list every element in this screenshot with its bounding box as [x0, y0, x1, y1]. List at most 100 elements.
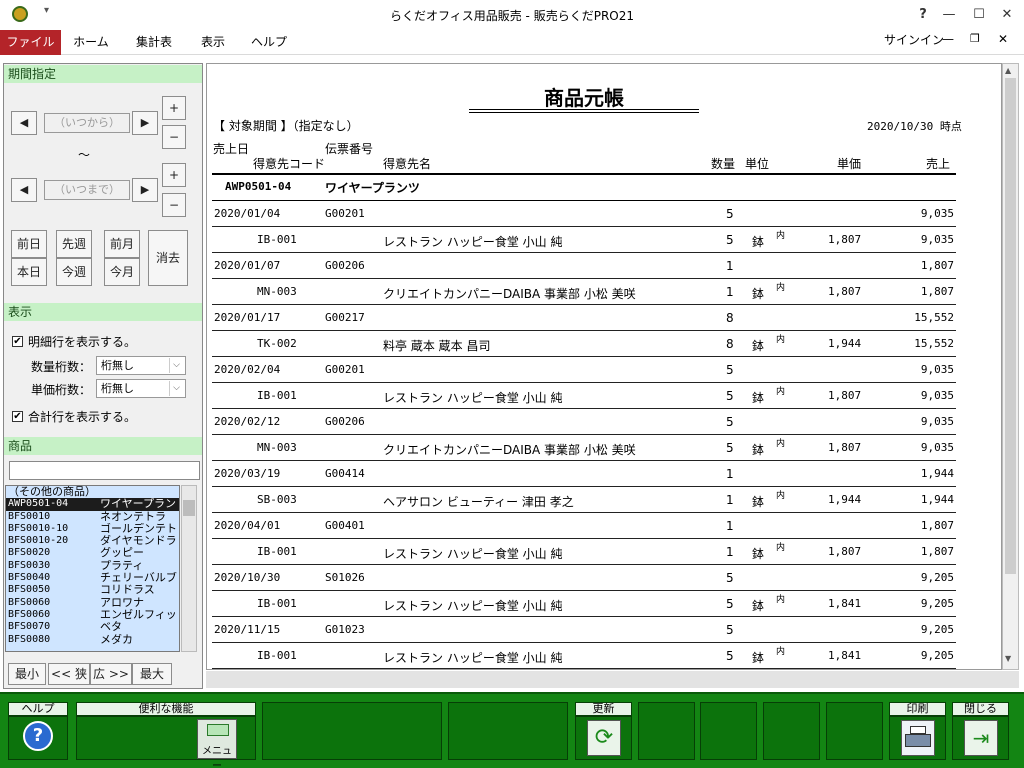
ribbon-restore-icon[interactable]: ❐	[970, 32, 980, 45]
prev-month-button[interactable]: 前月	[104, 230, 140, 258]
this-month-button[interactable]: 今月	[104, 258, 140, 286]
ribbon-minimize-icon[interactable]: —	[942, 32, 954, 46]
list-max-button[interactable]: 最大	[132, 663, 172, 685]
report-detail-row: IB-001 レストラン ハッピー食堂 小山 純 5 鉢 内 1,807 9,035	[212, 383, 956, 409]
product-list-item[interactable]: BFS0060 アロワナ	[6, 597, 179, 609]
product-code: BFS0010	[8, 510, 51, 522]
help-key[interactable]: ?	[8, 716, 68, 760]
tax-flag: 内	[776, 387, 786, 397]
report-vertical-scrollbar[interactable]: ▲ ▼	[1002, 63, 1019, 670]
tools-key[interactable]: メニュー	[76, 716, 256, 768]
function-key-empty[interactable]	[826, 702, 883, 760]
scroll-up-icon[interactable]: ▲	[1005, 66, 1011, 75]
product-name: ゴールデンテト	[100, 522, 177, 535]
function-key-empty[interactable]	[700, 702, 757, 760]
product-code: BFS0080	[8, 633, 51, 645]
function-key-empty[interactable]	[763, 702, 820, 760]
customer-code: SB-003	[257, 493, 297, 506]
refresh-key[interactable]: ⟳	[575, 716, 632, 760]
list-min-button[interactable]: 最小	[8, 663, 46, 685]
this-week-button[interactable]: 今週	[56, 258, 92, 286]
product-list-item[interactable]: BFS0070 ベタ	[6, 621, 179, 633]
report-horizontal-bar	[206, 671, 1019, 688]
to-minus-button[interactable]: −	[162, 193, 186, 217]
product-list-item[interactable]: BFS0080 メダカ	[6, 634, 179, 646]
product-list-scrollbar[interactable]	[181, 485, 197, 652]
tab-home[interactable]: ホーム	[66, 30, 116, 55]
close-key[interactable]: ⇥	[952, 716, 1009, 760]
product-list-item[interactable]: BFS0020 グッピー	[6, 547, 179, 559]
report-detail-row: SB-003 ヘアサロン ビューティー 津田 孝之 1 鉢 内 1,944 1,944	[212, 487, 956, 513]
minimize-button[interactable]: —	[938, 4, 960, 26]
product-name: コリドラス	[100, 584, 155, 597]
product-list-item[interactable]: （その他の商品）	[6, 486, 179, 498]
product-list-item[interactable]: BFS0040 チェリーバルブ	[6, 572, 179, 584]
tab-help[interactable]: ヘルプ	[246, 30, 292, 55]
tab-view[interactable]: 表示	[192, 30, 234, 55]
printer-icon	[901, 720, 935, 756]
unit: 鉢	[752, 651, 765, 665]
product-search-input[interactable]	[9, 461, 200, 480]
from-date-field[interactable]: （いつから）	[44, 113, 130, 133]
product-list-item[interactable]: BFS0010 ネオンテトラ	[6, 511, 179, 523]
function-key-empty[interactable]	[638, 702, 695, 760]
product-list-item[interactable]: BFS0050 コリドラス	[6, 584, 179, 596]
help-icon[interactable]: ?	[912, 4, 934, 26]
report-detail-row: MN-003 クリエイトカンパニーDAIBA 事業部 小松 美咲 1 鉢 内 1,807 1…	[212, 279, 956, 305]
report-slip-row: 2020/01/17 G00217 8 15,552	[212, 305, 956, 331]
ribbon-close-icon[interactable]: ✕	[998, 32, 1008, 46]
close-window-button[interactable]: ✕	[996, 4, 1018, 26]
to-next-button[interactable]: ▶	[132, 178, 158, 202]
printer-paper-icon	[910, 726, 926, 734]
today-button[interactable]: 本日	[11, 258, 47, 286]
col-sale-date: 売上日	[213, 142, 250, 156]
product-list-item[interactable]: BFS0010-20 ダイヤモンドラ	[6, 535, 179, 547]
amount: 9,205	[920, 649, 954, 662]
show-detail-checkbox[interactable]: ✔	[12, 336, 23, 347]
tab-summary[interactable]: 集計表	[128, 30, 180, 55]
product-list-item[interactable]: BFS0030 プラティ	[6, 560, 179, 572]
customer-name: レストラン ハッピー食堂 小山 純	[383, 391, 563, 405]
price-digits-select[interactable]: 桁無し ⌵	[96, 379, 186, 398]
to-prev-button[interactable]: ◀	[11, 178, 37, 202]
scroll-thumb[interactable]	[183, 500, 195, 516]
function-key-empty[interactable]	[262, 702, 442, 760]
function-key-empty[interactable]	[448, 702, 568, 760]
title-underline	[469, 112, 699, 113]
from-plus-button[interactable]: +	[162, 96, 186, 120]
scroll-thumb[interactable]	[1005, 78, 1016, 574]
col-cust-code: 得意先コード	[253, 157, 326, 171]
product-name: アロワナ	[100, 596, 144, 609]
sale-date: 2020/01/17	[214, 311, 281, 324]
product-list[interactable]: （その他の商品） AWP0501-04 ワイヤープラン BFS0010 ネオンテトラ BF…	[5, 485, 180, 652]
tab-file[interactable]: ファイル	[0, 30, 61, 55]
product-list-item[interactable]: AWP0501-04 ワイヤープラン	[6, 498, 179, 511]
clear-period-button[interactable]: 消去	[148, 230, 188, 286]
maximize-button[interactable]: ☐	[968, 4, 990, 26]
show-total-label: 合計行を表示する。	[28, 410, 137, 424]
product-list-item[interactable]: BFS0010-10 ゴールデンテト	[6, 523, 179, 535]
from-prev-button[interactable]: ◀	[11, 111, 37, 135]
col-unit: 単位	[745, 157, 770, 171]
unit: 鉢	[752, 287, 765, 301]
period-header: 期間指定	[4, 65, 202, 83]
qty-digits-select[interactable]: 桁無し ⌵	[96, 356, 186, 375]
quantity: 5	[726, 233, 734, 247]
from-next-button[interactable]: ▶	[132, 111, 158, 135]
product-name: エンゼルフィッ	[100, 608, 177, 621]
prev-week-button[interactable]: 先週	[56, 230, 92, 258]
print-key[interactable]	[889, 716, 946, 760]
slip-number: S01026	[325, 571, 365, 584]
list-wide-button[interactable]: 広 >>	[90, 663, 132, 685]
to-date-field[interactable]: （いつまで）	[44, 180, 130, 200]
prev-day-button[interactable]: 前日	[11, 230, 47, 258]
product-list-item[interactable]: BFS0060 エンゼルフィッ	[6, 609, 179, 621]
scroll-down-icon[interactable]: ▼	[1005, 654, 1011, 663]
amount: 1,944	[920, 467, 954, 480]
to-plus-button[interactable]: +	[162, 163, 186, 187]
signin-link[interactable]: サインイン	[884, 31, 944, 48]
from-minus-button[interactable]: −	[162, 125, 186, 149]
list-narrow-button[interactable]: << 狭	[48, 663, 90, 685]
show-total-checkbox[interactable]: ✔	[12, 411, 23, 422]
col-amount: 売上	[926, 157, 951, 171]
